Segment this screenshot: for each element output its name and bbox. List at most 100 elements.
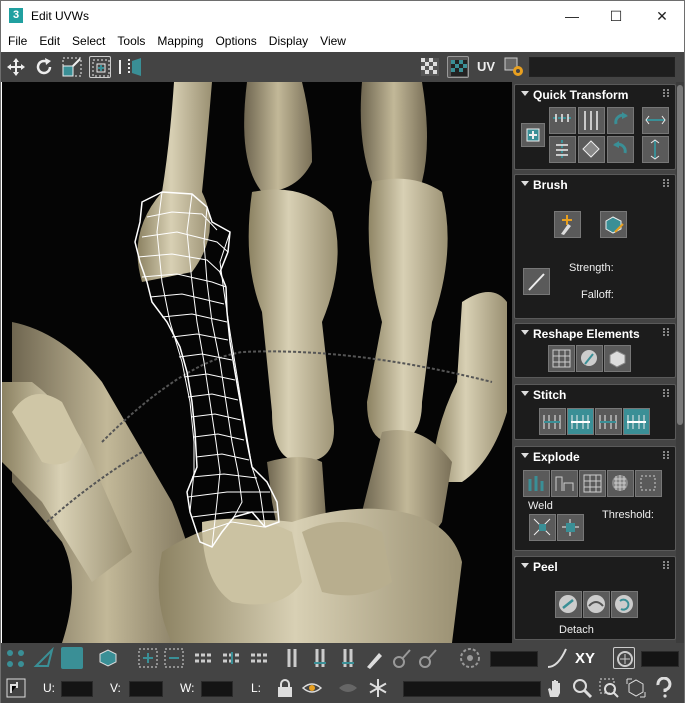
- menu-view[interactable]: View: [313, 31, 351, 52]
- grip-icon: [663, 451, 669, 459]
- weld-target-icon[interactable]: [557, 514, 584, 541]
- maximize-icon[interactable]: ☐: [593, 1, 639, 31]
- loop-icon[interactable]: [193, 647, 215, 669]
- menu-display[interactable]: Display: [262, 31, 313, 52]
- loop-shrink-icon[interactable]: [249, 647, 271, 669]
- align-horizontal-icon[interactable]: [549, 107, 576, 134]
- collapse-icon[interactable]: [521, 453, 529, 458]
- rotate-ccw-icon[interactable]: [607, 107, 634, 134]
- rotate-cw-icon[interactable]: [607, 136, 634, 163]
- mirror-icon[interactable]: [117, 56, 141, 78]
- menu-edit[interactable]: Edit: [32, 31, 65, 52]
- shrink-selection-icon[interactable]: [163, 647, 185, 669]
- menu-options[interactable]: Options: [208, 31, 261, 52]
- stitch-custom-icon[interactable]: [539, 408, 566, 435]
- peel-mode-icon[interactable]: [583, 591, 610, 618]
- detach-label: Detach: [559, 624, 594, 636]
- unhide-icon[interactable]: [337, 677, 359, 699]
- paint-shrink-icon[interactable]: [417, 647, 439, 669]
- select-face-icon[interactable]: [61, 647, 83, 669]
- grip-icon: [663, 328, 669, 336]
- grow-selection-icon[interactable]: [137, 647, 159, 669]
- v-field[interactable]: [129, 681, 163, 697]
- collapse-icon[interactable]: [521, 563, 529, 568]
- select-edge-icon[interactable]: [33, 646, 55, 669]
- hide-icon[interactable]: [301, 677, 323, 699]
- break-icon[interactable]: [635, 470, 662, 497]
- select-element-icon[interactable]: [97, 647, 119, 669]
- select-vertex-icon[interactable]: [5, 647, 27, 669]
- stitch-source-icon[interactable]: [623, 408, 650, 435]
- freeform-icon[interactable]: [89, 56, 111, 78]
- collapse-icon[interactable]: [521, 391, 529, 396]
- brush-falloff-icon[interactable]: [523, 268, 550, 295]
- selection-set-field[interactable]: [403, 681, 541, 697]
- search-input[interactable]: [529, 57, 675, 77]
- set-pivot-icon[interactable]: [521, 123, 545, 147]
- help-icon[interactable]: [653, 676, 675, 699]
- loop-grow-icon[interactable]: [221, 647, 243, 669]
- zoom-icon[interactable]: [571, 677, 593, 699]
- minimize-icon[interactable]: —: [549, 1, 595, 31]
- xy-toggle[interactable]: XY: [575, 650, 595, 667]
- close-icon[interactable]: ✕: [639, 1, 685, 31]
- flatten-icon[interactable]: [604, 345, 631, 372]
- menu-select[interactable]: Select: [65, 31, 110, 52]
- weld-selected-icon[interactable]: [529, 514, 556, 541]
- zoom-extents-icon[interactable]: [625, 677, 647, 699]
- lock-icon[interactable]: [274, 677, 296, 699]
- menu-mapping[interactable]: Mapping: [150, 31, 208, 52]
- menu-tools[interactable]: Tools: [110, 31, 150, 52]
- paint-move-icon[interactable]: [554, 211, 581, 238]
- edit-uvws-window: 3 Edit UVWs — ☐ ✕ File Edit Select Tools Map…: [0, 0, 685, 703]
- snap-value-field[interactable]: [641, 651, 679, 667]
- space-vertical-icon[interactable]: [642, 136, 669, 163]
- stitch-target-icon[interactable]: [567, 408, 594, 435]
- peel-title: Peel: [533, 560, 558, 574]
- stitch-average-icon[interactable]: [595, 408, 622, 435]
- transform-mode-icon[interactable]: [5, 677, 27, 699]
- checker-icon[interactable]: [419, 56, 441, 78]
- quick-peel-icon[interactable]: [555, 591, 582, 618]
- ring-icon[interactable]: [281, 647, 303, 669]
- scale-icon[interactable]: [61, 56, 83, 78]
- collapse-icon[interactable]: [521, 91, 529, 96]
- settings-icon[interactable]: [503, 56, 525, 78]
- ring-grow-icon[interactable]: [309, 647, 331, 669]
- map-texture-icon[interactable]: [447, 56, 469, 78]
- align-edge-icon[interactable]: [549, 136, 576, 163]
- rotate-icon[interactable]: [33, 56, 55, 78]
- soft-selection-icon[interactable]: [459, 647, 481, 669]
- pan-hand-icon[interactable]: [544, 677, 566, 699]
- ring-shrink-icon[interactable]: [337, 647, 359, 669]
- break-by-polygroups-icon[interactable]: [523, 470, 550, 497]
- title-bar: 3 Edit UVWs — ☐ ✕: [1, 1, 684, 31]
- zoom-region-icon[interactable]: [598, 677, 620, 699]
- falloff-curve-icon[interactable]: [546, 647, 568, 669]
- paint-grow-icon[interactable]: [391, 647, 413, 669]
- u-field[interactable]: [61, 681, 93, 697]
- menu-file[interactable]: File: [1, 31, 32, 52]
- align-diamond-icon[interactable]: [578, 136, 605, 163]
- relax-icon[interactable]: [576, 345, 603, 372]
- straighten-icon[interactable]: [548, 345, 575, 372]
- scrollbar-thumb[interactable]: [677, 85, 683, 425]
- move-icon[interactable]: [5, 56, 27, 78]
- relax-brush-icon[interactable]: [600, 211, 627, 238]
- w-field[interactable]: [201, 681, 233, 697]
- freeze-icon[interactable]: [367, 677, 389, 699]
- flatten-by-angle-icon[interactable]: [607, 470, 634, 497]
- break-by-smoothing-icon[interactable]: [551, 470, 578, 497]
- space-horizontal-icon[interactable]: [642, 107, 669, 134]
- uv-toggle[interactable]: UV: [475, 56, 497, 78]
- copy-icon[interactable]: [613, 647, 635, 669]
- soft-select-value-field[interactable]: [490, 651, 538, 667]
- uv-viewport[interactable]: [2, 82, 512, 643]
- reset-peel-icon[interactable]: [611, 591, 638, 618]
- align-vertical-icon[interactable]: [578, 107, 605, 134]
- w-label: W:: [180, 681, 195, 695]
- collapse-icon[interactable]: [521, 330, 529, 335]
- paint-select-icon[interactable]: [363, 647, 385, 669]
- break-by-material-icon[interactable]: [579, 470, 606, 497]
- collapse-icon[interactable]: [521, 181, 529, 186]
